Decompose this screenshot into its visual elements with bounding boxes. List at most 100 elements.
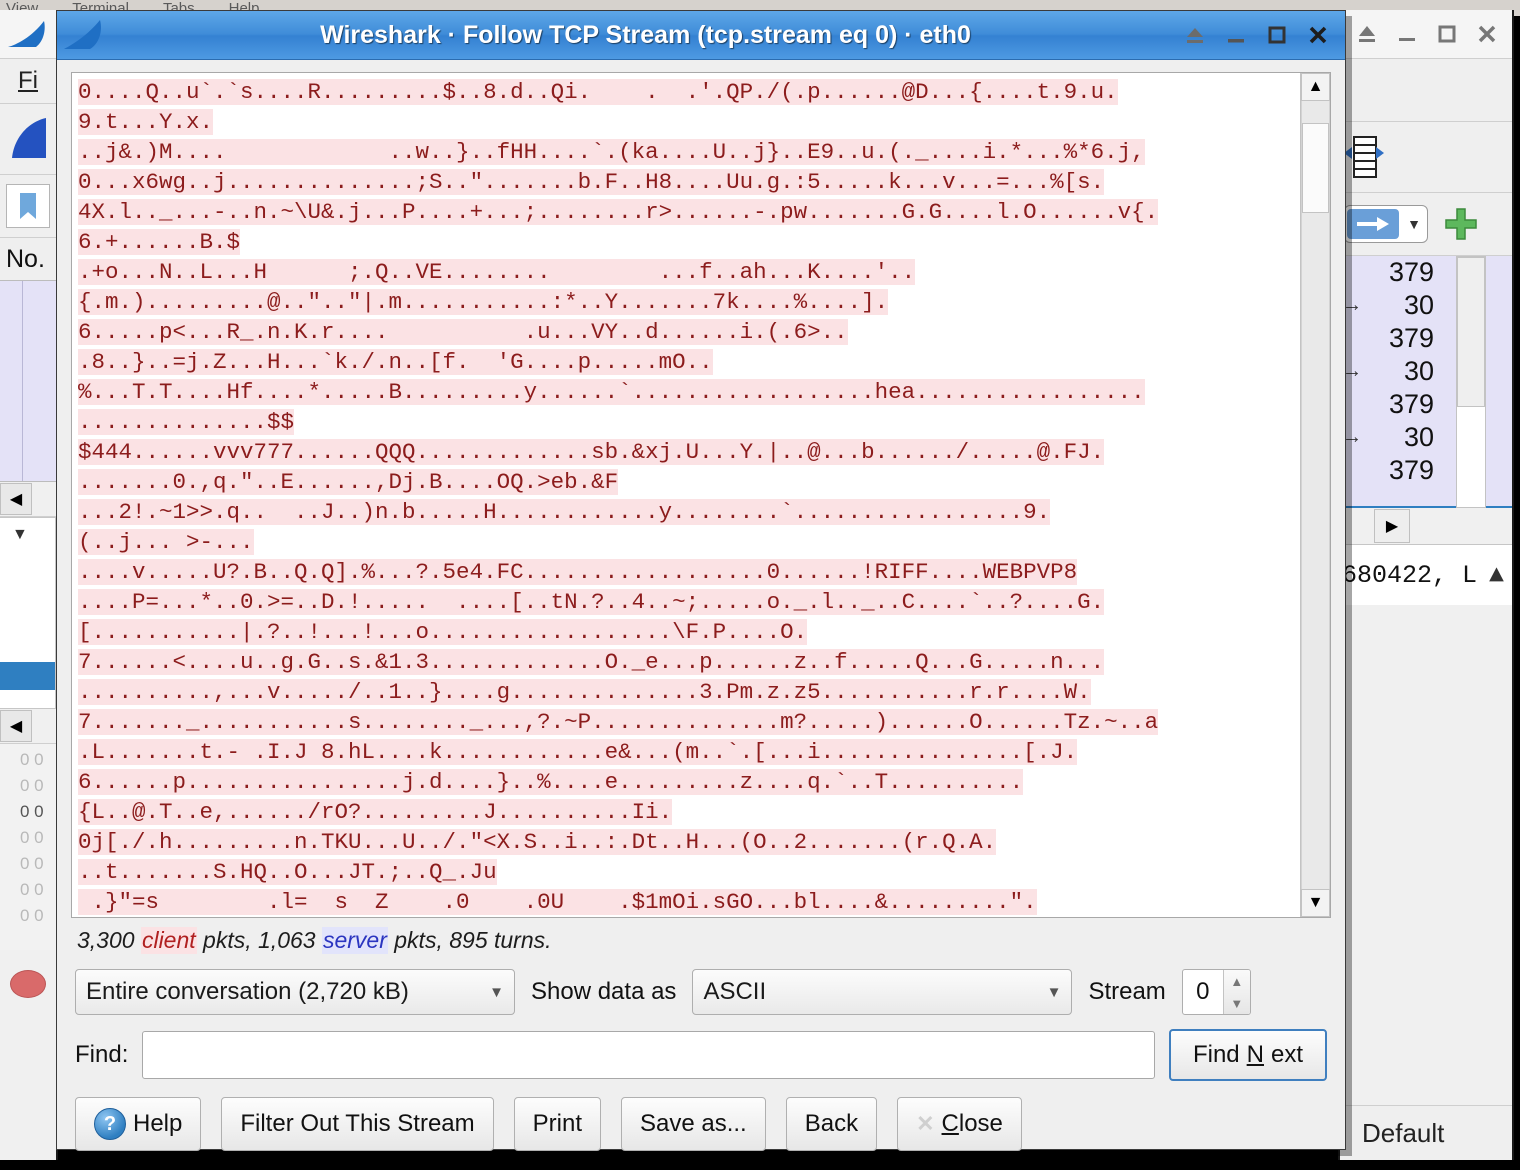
conversation-select[interactable]: Entire conversation (2,720 kB) ▼ [75, 969, 515, 1015]
scroll-up-icon[interactable]: ▲ [1489, 561, 1512, 590]
stream-number-value[interactable]: 0 [1183, 970, 1223, 1014]
dialog-titlebar[interactable]: Wireshark · Follow TCP Stream (tcp.strea… [57, 11, 1345, 60]
close-button-dialog[interactable]: ✕ Close [897, 1097, 1022, 1151]
bytes-row: 0 0 [20, 750, 44, 769]
bg-right-titlebar [1340, 10, 1512, 59]
bg-right-packet-list[interactable]: 379 → 30 379 → 30 379 → 30 379 [1340, 256, 1512, 508]
packet-number: 379 [1388, 455, 1434, 485]
minimize-button[interactable] [1223, 22, 1249, 48]
stream-number-stepper[interactable]: 0 ▲ ▼ [1181, 969, 1251, 1015]
turns-word: turns. [494, 926, 552, 953]
stream-line: 0j[./.h.........n.TKU...U../."<X.S..i..:… [78, 829, 997, 855]
scrollbar-track[interactable] [1301, 101, 1330, 889]
find-next-button[interactable]: Find Next [1168, 1029, 1327, 1081]
bg-right-hscrollbar[interactable]: ▶ [1340, 508, 1512, 544]
bg-left-packet-detail[interactable]: ▼ [0, 517, 56, 709]
bytes-row: 0 0 [20, 854, 44, 873]
bg-left-toolbar [0, 104, 56, 175]
scroll-right-icon[interactable]: ▶ [1374, 509, 1410, 543]
find-input[interactable] [142, 1031, 1155, 1079]
bg-left-filterbar [0, 175, 56, 238]
green-plus-icon[interactable] [1444, 207, 1478, 241]
stream-line: .......0.,q."..E......,Dj.B....OQ.>eb.&F [78, 469, 619, 495]
maximize-icon[interactable] [1434, 21, 1460, 47]
stream-line: 4X.l.._...-..n.~\U&.j...P....+...;......… [78, 199, 1159, 225]
packet-row[interactable]: 379 [1340, 388, 1512, 421]
packet-row[interactable]: 379 [1340, 256, 1512, 289]
server-suffix: pkts, [394, 926, 443, 953]
stream-line: 7......._...........s........_...,?.~P..… [78, 709, 1159, 735]
bg-left-detail-hscrollbar[interactable]: ◀ [0, 709, 56, 744]
stream-statistics: 3,300 client pkts, 1,063 server pkts, 89… [71, 918, 1331, 962]
bytes-row: 0 0 [20, 802, 44, 821]
profile-label[interactable]: Default [1362, 1118, 1444, 1149]
chevron-down-icon[interactable]: ▼ [1401, 216, 1427, 232]
help-label: Help [133, 1110, 183, 1137]
stream-line: 6......p................j.d....}..%....e… [78, 769, 1024, 795]
packet-number: 379 [1388, 323, 1434, 353]
stream-content-area[interactable]: 0....Q..u`.`s....R.........$..8.d..Qi. .… [71, 72, 1331, 918]
show-data-as-select[interactable]: ASCII ▼ [692, 969, 1073, 1015]
save-as-button[interactable]: Save as... [621, 1097, 766, 1151]
stream-line: .8..}..=j.Z...H...`k./.n..[f. 'G....p...… [78, 349, 713, 375]
close-button[interactable] [1305, 22, 1331, 48]
stream-text[interactable]: 0....Q..u`.`s....R.........$..8.d..Qi. .… [72, 73, 1300, 917]
packet-row[interactable]: → 30 [1340, 355, 1512, 388]
stream-line: 7......<....u..g.G..s.&1.3.............O… [78, 649, 1105, 675]
stepper-up-icon[interactable]: ▲ [1224, 970, 1250, 992]
bg-left-menu-label: Fi [18, 67, 38, 94]
bg-left-packet-list[interactable] [0, 281, 56, 482]
print-button[interactable]: Print [513, 1097, 601, 1151]
stream-line: $444......vvv777......QQQ.............sb… [78, 439, 1105, 465]
packet-number: 379 [1388, 257, 1434, 287]
close-icon[interactable] [1474, 21, 1500, 47]
stream-line: 6.....p<...R_.n.K.r.... .u...VY..d......… [78, 319, 848, 345]
find-next-mnemonic: N [1246, 1041, 1264, 1068]
scroll-left-icon[interactable]: ◀ [0, 710, 32, 742]
packet-number: 379 [1388, 389, 1434, 419]
minimize-icon[interactable] [1394, 21, 1420, 47]
stream-line: ...2!.~1>>.q.. ..J..)n.b.....H..........… [78, 499, 1051, 525]
bg-left-hscrollbar[interactable]: ◀ [0, 482, 56, 517]
scroll-left-icon[interactable]: ◀ [0, 483, 32, 515]
client-word: client [140, 926, 197, 954]
packet-row[interactable]: → 30 [1340, 421, 1512, 454]
server-pkt-count: 1,063 [258, 926, 316, 953]
turn-count: 895 [449, 926, 488, 953]
packet-row[interactable]: → 30 [1340, 289, 1512, 322]
bytes-row: 0 0 [20, 776, 44, 795]
maximize-button[interactable] [1264, 22, 1290, 48]
packet-row[interactable]: 379 [1340, 322, 1512, 355]
bookmark-icon [20, 193, 36, 219]
blue-arrow-icon[interactable] [1347, 209, 1399, 239]
scroll-down-icon[interactable]: ▼ [1301, 889, 1330, 917]
packet-row[interactable]: 379 [1340, 454, 1512, 487]
stream-vertical-scrollbar[interactable]: ▲ ▼ [1300, 73, 1330, 917]
find-row: Find: Find Next [71, 1022, 1331, 1088]
bg-left-menu: Fi [0, 59, 56, 104]
bg-left-bytes-pane[interactable]: 0 0 0 0 0 0 0 0 0 0 0 0 0 0 [0, 744, 56, 950]
packet-number: 30 [1403, 356, 1434, 386]
bg-right-filterbar: ▼ [1340, 193, 1512, 256]
shade-button[interactable] [1182, 22, 1208, 48]
stream-label: Stream [1088, 978, 1166, 1005]
shark-fin-icon [8, 21, 45, 47]
stepper-down-icon[interactable]: ▼ [1224, 992, 1250, 1014]
question-mark-icon: ? [94, 1108, 126, 1140]
bg-right-statusbar: Default [1340, 1105, 1512, 1160]
dialog-button-row: ? Help Filter Out This Stream Print Save… [71, 1088, 1331, 1160]
packet-list-scrollbar[interactable] [1456, 256, 1486, 508]
columns-icon[interactable] [1344, 135, 1384, 179]
scrollbar-thumb[interactable] [1457, 257, 1485, 407]
stream-options-row: Entire conversation (2,720 kB) ▼ Show da… [71, 962, 1331, 1022]
help-button[interactable]: ? Help [75, 1097, 202, 1151]
scrollbar-thumb[interactable] [1302, 123, 1329, 213]
bg-right-packet-detail[interactable]: 680422, L ▲ [1340, 544, 1512, 605]
filter-out-this-stream-button[interactable]: Filter Out This Stream [221, 1097, 494, 1151]
stream-line: ..........,...v...../..1..}....g........… [78, 679, 1091, 705]
server-word: server [321, 926, 388, 954]
scroll-up-icon[interactable]: ▲ [1301, 73, 1330, 101]
client-pkt-count: 3,300 [77, 926, 135, 953]
back-button[interactable]: Back [785, 1097, 878, 1151]
shade-icon[interactable] [1354, 21, 1380, 47]
